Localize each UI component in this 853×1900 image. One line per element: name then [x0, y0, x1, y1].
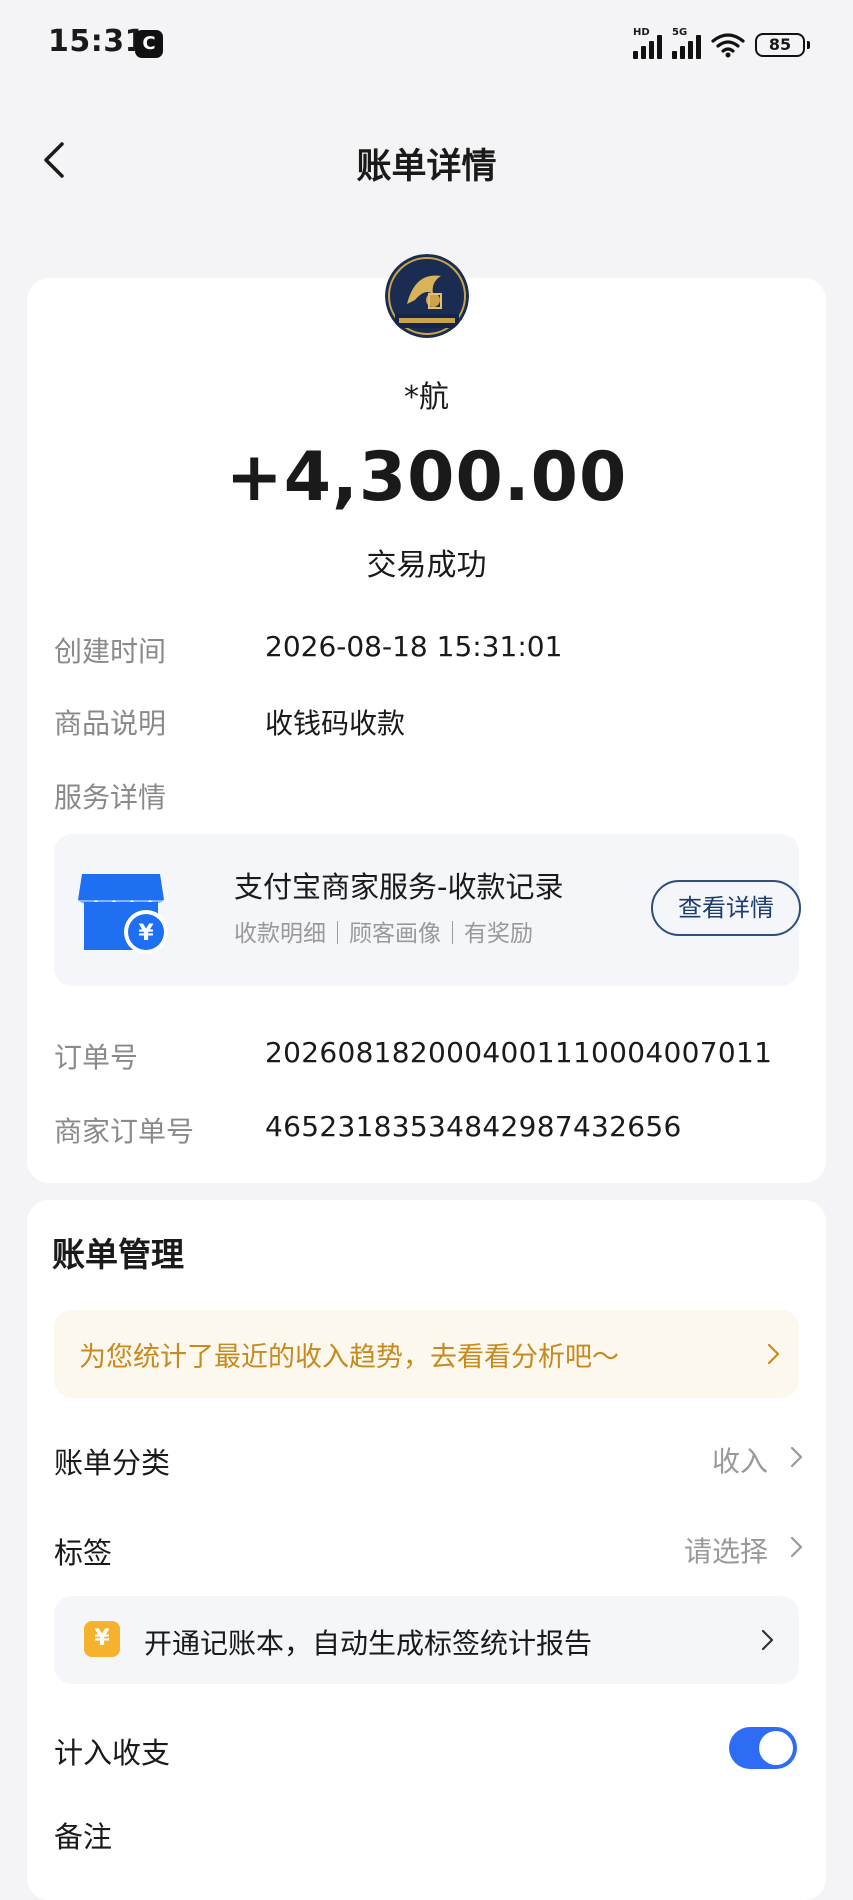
service-title: 支付宝商家服务-收款记录 [234, 870, 564, 904]
chevron-right-icon[interactable] [783, 1534, 809, 1560]
order-number-label: 订单号 [54, 1041, 139, 1074]
product-desc-value: 收钱码收款 [265, 707, 406, 740]
ledger-coin-icon: ¥ [84, 1621, 120, 1657]
income-trend-banner[interactable]: 为您统计了最近的收入趋势，去看看分析吧～ [54, 1310, 799, 1398]
payer-name: *航 [404, 380, 449, 415]
include-in-stats-toggle[interactable] [729, 1727, 797, 1769]
chevron-right-icon [767, 1343, 780, 1365]
chevron-right-icon[interactable] [783, 1444, 809, 1470]
service-subtitle: 收款明细｜顾客画像｜有奖励 [234, 921, 533, 947]
app-notification-icon: C [135, 30, 163, 58]
status-indicators: HD 5G 85 [633, 27, 810, 62]
wifi-icon [711, 33, 745, 58]
created-time-label: 创建时间 [54, 635, 167, 668]
status-time: 15:31 [48, 24, 146, 59]
battery-icon: 85 [755, 33, 810, 57]
transaction-card: *航 +4,300.00 交易成功 创建时间 2026-08-18 15:31:… [27, 254, 826, 1183]
bill-category-label: 账单分类 [54, 1446, 171, 1480]
order-number-value: 2026081820004001110004007011 [265, 1036, 773, 1069]
view-details-button[interactable]: 查看详情 [651, 880, 801, 936]
bill-management-card: 账单管理 为您统计了最近的收入趋势，去看看分析吧～ 账单分类 收入 标签 请选择… [27, 1200, 826, 1900]
nav-bar: 账单详情 [0, 110, 853, 210]
svg-text:¥: ¥ [138, 921, 154, 946]
created-time-value: 2026-08-18 15:31:01 [265, 630, 563, 663]
product-desc-label: 商品说明 [54, 707, 167, 740]
signal-hd-icon: HD [633, 27, 662, 59]
merchant-order-value: 4652318353484298743265​6 [265, 1110, 682, 1143]
include-in-stats-label: 计入收支 [54, 1736, 171, 1770]
section-title: 账单管理 [52, 1235, 184, 1274]
page-title: 账单详情 [356, 147, 497, 187]
toggle-knob [759, 1731, 793, 1765]
bill-category-value[interactable]: 收入 [712, 1440, 768, 1480]
banner-text: 为您统计了最近的收入趋势，去看看分析吧～ [79, 1342, 619, 1373]
chevron-right-icon [761, 1629, 774, 1651]
tag-label: 标签 [54, 1536, 113, 1570]
service-details-label: 服务详情 [54, 781, 167, 814]
merchant-shop-icon: ¥ [78, 874, 168, 954]
transaction-status: 交易成功 [366, 548, 487, 583]
signal-5g-icon: 5G [672, 27, 701, 59]
ledger-promo[interactable]: ¥ 开通记账本，自动生成标签统计报告 [54, 1596, 799, 1684]
merchant-avatar [385, 254, 469, 338]
merchant-service-card[interactable]: ¥ 支付宝商家服务-收款记录 收款明细｜顾客画像｜有奖励 查看详情 [54, 834, 801, 986]
tag-select[interactable]: 请选择 [684, 1530, 768, 1570]
remark-label[interactable]: 备注 [54, 1814, 112, 1856]
status-bar: 15:31 C HD 5G 85 [0, 0, 853, 90]
transaction-amount: +4,300.00 [225, 438, 628, 517]
ledger-promo-text: 开通记账本，自动生成标签统计报告 [144, 1627, 593, 1660]
merchant-order-label: 商家订单号 [54, 1115, 195, 1148]
